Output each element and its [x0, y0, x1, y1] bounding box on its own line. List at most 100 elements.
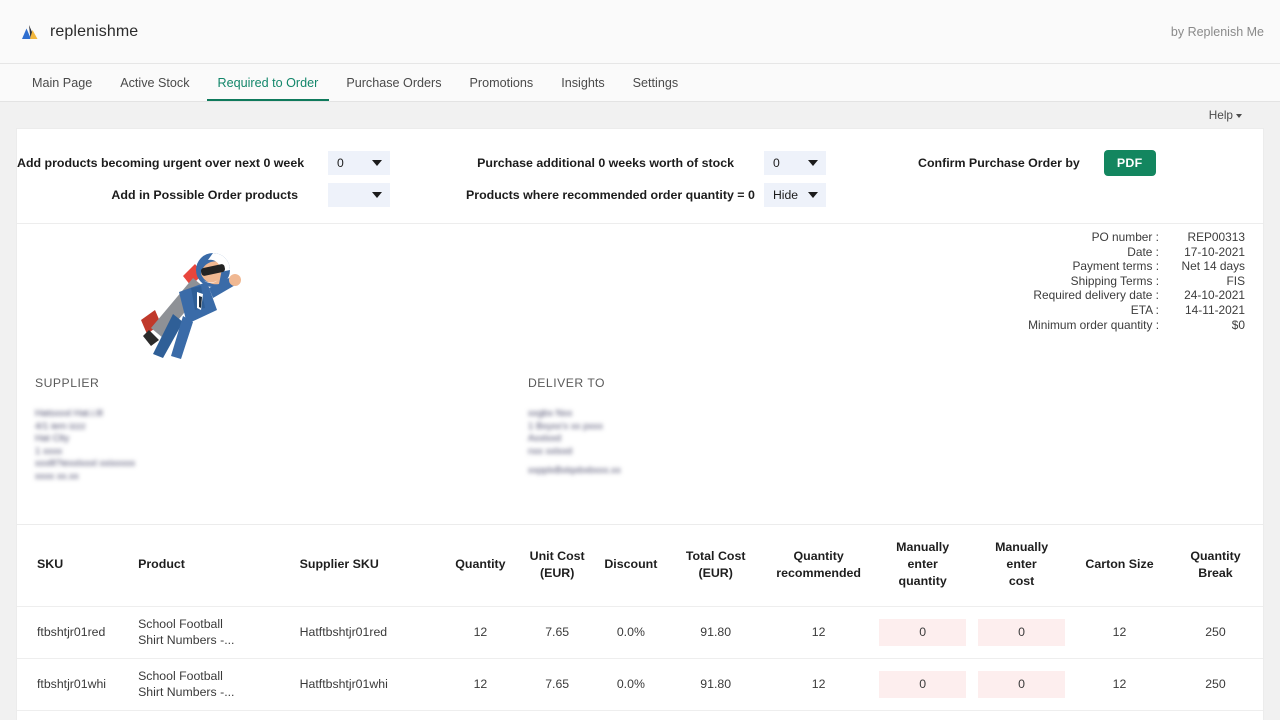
cell-manual-quantity[interactable]: 0 [873, 658, 973, 711]
manual-quantity-input[interactable]: 0 [879, 670, 967, 699]
deliver-to-title: DELIVER TO [528, 376, 606, 390]
chevron-down-icon [808, 160, 818, 166]
supplier-address-lines: Hatsxxxl Hat.i.lll 4/1 iem izzz Hat Clty… [35, 408, 528, 484]
col-quantity[interactable]: Quantity [441, 524, 520, 607]
cell-carton-size [1071, 710, 1168, 720]
po-meta-row: Payment terms : Net 14 days [1028, 259, 1245, 274]
filter-urgent-select[interactable]: 0 [328, 151, 390, 175]
confirm-purchase-order-label: Confirm Purchase Order by [918, 156, 1080, 170]
chevron-down-icon [372, 192, 382, 198]
col-product[interactable]: Product [132, 524, 294, 607]
filter-urgent-value: 0 [337, 156, 344, 170]
supplier-line: 4/1 iem izzz [35, 420, 86, 432]
pdf-button[interactable]: PDF [1103, 150, 1156, 176]
filter-zero-qty-select[interactable]: Hide [764, 183, 826, 207]
filter-zero-qty-value: Hide [773, 188, 799, 202]
line-items-table: SKU Product Supplier SKU Quantity Unit C… [17, 524, 1263, 720]
filter-zero-qty-label: Products where recommended order quantit… [466, 188, 755, 202]
deliver-to-line: 1 Bxyxx'x xx pxxx [528, 420, 603, 432]
cell-manual-quantity[interactable]: 0 [873, 606, 973, 659]
col-manual-cost[interactable]: Manually enter cost [972, 524, 1072, 607]
cell-manual-cost[interactable]: 0 [972, 606, 1072, 659]
filter-possible-order-select[interactable] [328, 183, 390, 207]
page-body: Help Add products becoming urgent over n… [0, 102, 1280, 720]
tab-main-page[interactable]: Main Page [18, 64, 106, 101]
filter-row-2: Add in Possible Order products Products … [17, 179, 1263, 211]
cell-quantity-recommended: 12 [764, 658, 874, 711]
col-quantity-recommended[interactable]: Quantity recommended [764, 524, 874, 607]
chevron-down-icon [1236, 114, 1242, 118]
po-eta-value: 14-11-2021 [1185, 302, 1245, 317]
cell-manual-cost[interactable]: 0 [972, 658, 1072, 711]
manual-cost-input[interactable]: 0 [978, 670, 1066, 699]
help-label: Help [1208, 108, 1233, 122]
tab-active-stock[interactable]: Active Stock [106, 64, 203, 101]
po-date-value: 17-10-2021 [1184, 244, 1245, 259]
cell-supplier-sku: Hatftbshtjr01red [293, 606, 442, 659]
tab-settings[interactable]: Settings [619, 64, 693, 101]
cell-carton-size: 12 [1071, 658, 1168, 711]
filter-additional-stock-value: 0 [773, 156, 780, 170]
filter-zero-qty: Products where recommended order quantit… [466, 183, 826, 207]
cell-quantity-recommended [764, 710, 874, 720]
supplier-line: Hat Clty [35, 433, 70, 445]
cell-total-cost: 91.80 [667, 658, 765, 711]
cell-total-cost [667, 710, 765, 720]
cell-manual-quantity[interactable] [873, 710, 973, 720]
cell-unit-cost: 7.65 [519, 658, 595, 711]
cell-discount: 0.0% [594, 606, 668, 659]
cell-manual-cost[interactable] [972, 710, 1072, 720]
cell-product: School Football Shirt Numbers -... [132, 658, 294, 711]
col-discount[interactable]: Discount [594, 524, 668, 607]
filter-additional-stock: Purchase additional 0 weeks worth of sto… [466, 151, 826, 175]
po-meta-table: PO number : REP00313 Date : 17-10-2021 P… [1028, 230, 1245, 332]
po-meta-row: ETA : 14-11-2021 [1028, 303, 1245, 318]
cell-unit-cost [519, 710, 595, 720]
table-row[interactable]: ftbshtjr01red School Football Shirt Numb… [17, 606, 1263, 659]
col-total-cost[interactable]: Total Cost (EUR) [667, 524, 765, 607]
brand-name: replenishme [50, 22, 139, 40]
po-payment-terms-value: Net 14 days [1181, 259, 1245, 274]
col-carton-size[interactable]: Carton Size [1071, 524, 1168, 607]
help-row: Help [16, 102, 1264, 128]
filter-panel: Add products becoming urgent over next 0… [17, 129, 1263, 224]
help-menu[interactable]: Help [1209, 108, 1242, 122]
chevron-down-icon [372, 160, 382, 166]
supplier-address: SUPPLIER Hatsxxxl Hat.i.lll 4/1 iem izzz… [35, 376, 528, 484]
deliver-to-address: DELIVER TO xxgbx Nxx 1 Bxyxx'x xx pxxx A… [528, 376, 621, 484]
purchase-order-card: Add products becoming urgent over next 0… [16, 128, 1264, 720]
tab-promotions[interactable]: Promotions [456, 64, 548, 101]
brand-logo-group[interactable]: replenishme [18, 21, 138, 43]
supplier-title: SUPPLIER [35, 376, 100, 390]
cell-sku: ftbshtjr01whi [17, 658, 133, 711]
supplier-line: xxxlll?iexxlxxxl xxixxxxx [35, 458, 136, 470]
col-quantity-break[interactable]: Quantity Break [1167, 524, 1263, 607]
deliver-to-line: xxpplxBxlqxbxbxxx.xx [528, 465, 621, 477]
tab-insights[interactable]: Insights [547, 64, 618, 101]
tab-purchase-orders[interactable]: Purchase Orders [332, 64, 455, 101]
po-required-delivery-value: 24-10-2021 [1184, 288, 1245, 303]
table-row[interactable]: School Football [17, 710, 1263, 720]
manual-quantity-input[interactable]: 0 [879, 618, 967, 647]
po-min-order-qty-label: Minimum order quantity : [1028, 317, 1159, 332]
po-date-label: Date : [1127, 244, 1159, 259]
cell-total-cost: 91.80 [667, 606, 765, 659]
manual-cost-input[interactable]: 0 [978, 618, 1066, 647]
table-row[interactable]: ftbshtjr01whi School Football Shirt Numb… [17, 658, 1263, 711]
po-meta-row: Required delivery date : 24-10-2021 [1028, 288, 1245, 303]
col-supplier-sku[interactable]: Supplier SKU [293, 524, 442, 607]
tab-required-to-order[interactable]: Required to Order [204, 64, 333, 101]
col-unit-cost[interactable]: Unit Cost (EUR) [519, 524, 595, 607]
po-required-delivery-label: Required delivery date : [1033, 288, 1159, 303]
col-sku[interactable]: SKU [17, 524, 133, 607]
jetpack-person-illustration [121, 236, 241, 366]
po-meta-row: Minimum order quantity : $0 [1028, 318, 1245, 333]
cell-quantity-break [1167, 710, 1263, 720]
col-manual-quantity[interactable]: Manually enter quantity [873, 524, 973, 607]
filter-additional-stock-select[interactable]: 0 [764, 151, 826, 175]
cell-discount [594, 710, 668, 720]
po-eta-label: ETA : [1130, 302, 1159, 317]
table-header-row: SKU Product Supplier SKU Quantity Unit C… [17, 524, 1263, 607]
po-min-order-qty-value: $0 [1231, 317, 1245, 332]
cell-discount: 0.0% [594, 658, 668, 711]
